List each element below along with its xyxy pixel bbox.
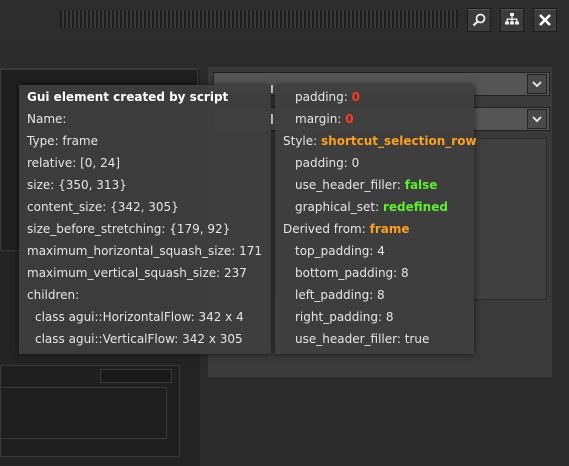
size-label: size: {350, 313} xyxy=(27,178,127,192)
graphical-set-label: graphical_set: xyxy=(295,200,380,214)
hierarchy-icon xyxy=(504,12,520,28)
margin-row: margin: 0 xyxy=(295,111,354,127)
top-padding-row: top_padding: 4 xyxy=(295,244,385,258)
style-label: Style: xyxy=(283,134,318,148)
bottom-padding-row: bottom_padding: 8 xyxy=(295,266,409,280)
child-item: class agui::HorizontalFlow: 342 x 4 xyxy=(35,310,244,324)
hierarchy-button[interactable] xyxy=(500,8,524,32)
content-size-label: content_size: {342, 305} xyxy=(27,200,179,214)
left-bottom-inner xyxy=(0,387,167,439)
chevron-down-icon xyxy=(532,78,542,91)
graphical-set-value: redefined xyxy=(382,200,448,214)
dropdown-2-button[interactable] xyxy=(527,109,547,129)
derived-label: Derived from: xyxy=(283,222,366,236)
derived-value: frame xyxy=(369,222,410,236)
use-header-filler-label: use_header_filler: xyxy=(295,178,401,192)
style-row: Style: shortcut_selection_row xyxy=(283,133,477,149)
padding-row: padding: 0 xyxy=(295,89,360,105)
style-inspector-tooltip: padding: 0 margin: 0 Style: shortcut_sel… xyxy=(275,85,477,354)
style-name: shortcut_selection_row xyxy=(321,134,477,148)
close-icon xyxy=(538,13,552,27)
inspector-title: Gui element created by script xyxy=(27,90,229,104)
children-label: children: xyxy=(27,288,80,302)
drag-handle[interactable] xyxy=(60,10,458,28)
inner-padding-row: padding: 0 xyxy=(295,156,360,170)
magnifier-icon xyxy=(471,12,487,28)
tooltip-marker xyxy=(271,85,273,93)
search-button[interactable] xyxy=(467,8,491,32)
chevron-down-icon xyxy=(532,113,542,126)
relative-label: relative: [0, 24] xyxy=(27,156,121,170)
type-label: Type: frame xyxy=(27,134,99,148)
margin-label: margin: xyxy=(295,112,342,126)
size-before-stretching-label: size_before_stretching: {179, 92} xyxy=(27,222,231,236)
element-inspector-tooltip: Gui element created by script Name: Type… xyxy=(19,85,271,354)
right-padding-row: right_padding: 8 xyxy=(295,310,394,324)
margin-value: 0 xyxy=(345,112,354,126)
max-vertical-squash-label: maximum_vertical_squash_size: 237 xyxy=(27,266,247,280)
left-padding-row: left_padding: 8 xyxy=(295,288,385,302)
padding-value: 0 xyxy=(351,90,360,104)
window-titlebar xyxy=(0,0,569,38)
padding-label: padding: xyxy=(295,90,348,104)
use-header-filler-value: false xyxy=(404,178,438,192)
child-item: class agui::VerticalFlow: 342 x 305 xyxy=(35,332,243,346)
tooltip-marker xyxy=(271,114,273,124)
dropdown-1-button[interactable] xyxy=(527,74,547,94)
use-header-filler-row: use_header_filler: false xyxy=(295,177,437,193)
graphical-set-row: graphical_set: redefined xyxy=(295,199,448,215)
derived-row: Derived from: frame xyxy=(283,221,410,237)
close-button[interactable] xyxy=(533,8,557,32)
use-header-filler-true-row: use_header_filler: true xyxy=(295,332,430,346)
name-label: Name: xyxy=(27,112,67,126)
max-horizontal-squash-label: maximum_horizontal_squash_size: 171 xyxy=(27,244,263,258)
left-bottom-bar xyxy=(100,369,172,383)
